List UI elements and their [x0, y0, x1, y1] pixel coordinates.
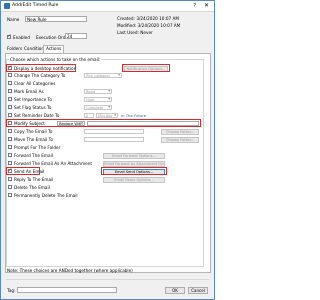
- delete-checkbox[interactable]: [8, 185, 12, 189]
- reminder-spinner[interactable]: 0: [84, 113, 94, 118]
- actions-note: Note: These choices are ANDed together (…: [7, 268, 133, 273]
- mark-email-label: Mark Email As: [14, 89, 44, 94]
- reminder-label: Set Reminder Date To: [14, 113, 60, 118]
- reply-checkbox[interactable]: [8, 177, 12, 181]
- reminder-unit-dropdown[interactable]: Minutes: [96, 113, 118, 118]
- notification-checkbox[interactable]: [8, 65, 12, 70]
- forward-options-button[interactable]: Email Forward Options...: [103, 152, 165, 159]
- flag-status-checkbox[interactable]: [8, 105, 12, 109]
- forward-attachment-options-button[interactable]: Email Forward As Attachment Options...: [103, 160, 165, 167]
- importance-checkbox[interactable]: [8, 97, 12, 101]
- category-dropdown[interactable]: Pick category: [84, 73, 122, 78]
- modify-subject-label: Modify Subject: [14, 121, 45, 126]
- name-label: Name: [7, 17, 20, 22]
- reply-options-button[interactable]: Email Reply Options...: [103, 176, 165, 183]
- footer-separator: [6, 279, 209, 280]
- enabled-checkbox[interactable]: [7, 34, 11, 39]
- copy-folder-field[interactable]: [84, 129, 144, 134]
- reminder-checkbox[interactable]: [8, 113, 12, 117]
- modify-subject-dropdown[interactable]: Replace With: [57, 121, 85, 126]
- category-checkbox[interactable]: [8, 73, 12, 77]
- enabled-label: Enabled: [13, 34, 30, 40]
- modify-subject-checkbox[interactable]: [8, 121, 12, 125]
- move-checkbox[interactable]: [8, 137, 12, 141]
- title-bar: Add/Edit Timed Rule ? ✕: [1, 1, 214, 12]
- move-label: Move The Email To: [14, 137, 54, 142]
- dialog-window: Add/Edit Timed Rule ? ✕ Name New Rule Cr…: [0, 0, 215, 300]
- send-email-options-button[interactable]: Email Send Options...: [103, 168, 165, 175]
- forward-attachment-checkbox[interactable]: [8, 161, 12, 165]
- forward-label: Forward The Email: [14, 153, 53, 158]
- copy-label: Copy The Email To: [14, 129, 53, 134]
- last-used-text: Last Used: Never: [117, 30, 153, 35]
- permanent-delete-checkbox[interactable]: [8, 193, 12, 197]
- created-text: Created: 3/24/2020 10:07 AM: [117, 16, 179, 21]
- prompt-folder-label: Prompt For The Folder: [14, 145, 61, 150]
- app-icon: [4, 3, 10, 9]
- tag-input[interactable]: [17, 287, 117, 293]
- send-email-checkbox[interactable]: [8, 168, 12, 173]
- modify-subject-textbox[interactable]: [87, 121, 199, 126]
- ok-button[interactable]: OK: [165, 286, 185, 294]
- help-icon[interactable]: ?: [193, 3, 196, 9]
- mark-email-dropdown[interactable]: Read: [84, 89, 112, 94]
- move-choose-folder-button[interactable]: Choose Folder...: [161, 136, 199, 143]
- importance-label: Set Importance To: [14, 97, 52, 102]
- name-input[interactable]: New Rule: [25, 16, 87, 22]
- mark-email-checkbox[interactable]: [8, 89, 12, 93]
- clear-categories-checkbox[interactable]: [8, 81, 12, 85]
- delete-label: Delete The Email: [14, 185, 50, 190]
- notification-label: Display a desktop notification: [14, 66, 77, 71]
- tag-label: Tag:: [7, 288, 16, 293]
- cancel-button[interactable]: Cancel: [188, 286, 208, 294]
- actions-intro: Choose which actions to take on the emai…: [9, 57, 102, 62]
- importance-dropdown[interactable]: High: [84, 97, 112, 102]
- modified-text: Modified: 3/24/2020 10:07 AM: [117, 23, 181, 28]
- flag-status-dropdown[interactable]: Complete: [84, 105, 112, 110]
- send-email-label: Send An Email: [14, 169, 45, 174]
- forward-checkbox[interactable]: [8, 153, 12, 157]
- forward-attachment-label: Forward The Email As An Attachment: [14, 161, 93, 166]
- reply-label: Reply To The Email: [14, 177, 54, 182]
- move-folder-field[interactable]: [84, 137, 144, 142]
- reminder-suffix: In The Future: [121, 113, 147, 118]
- clear-categories-label: Clear All Categories: [14, 81, 56, 86]
- category-label: Change The Category To: [14, 73, 66, 78]
- copy-choose-folder-button[interactable]: Choose Folder...: [161, 128, 199, 135]
- copy-checkbox[interactable]: [8, 129, 12, 133]
- window-title: Add/Edit Timed Rule: [12, 3, 59, 8]
- flag-status-label: Set Flag Status To: [14, 105, 52, 110]
- close-icon[interactable]: ✕: [204, 2, 209, 9]
- permanent-delete-label: Permanently Delete The Email: [14, 193, 78, 198]
- notification-options-button[interactable]: Notification Options...: [124, 65, 168, 72]
- prompt-folder-checkbox[interactable]: [8, 145, 12, 149]
- exec-order-input[interactable]: 24: [65, 33, 87, 39]
